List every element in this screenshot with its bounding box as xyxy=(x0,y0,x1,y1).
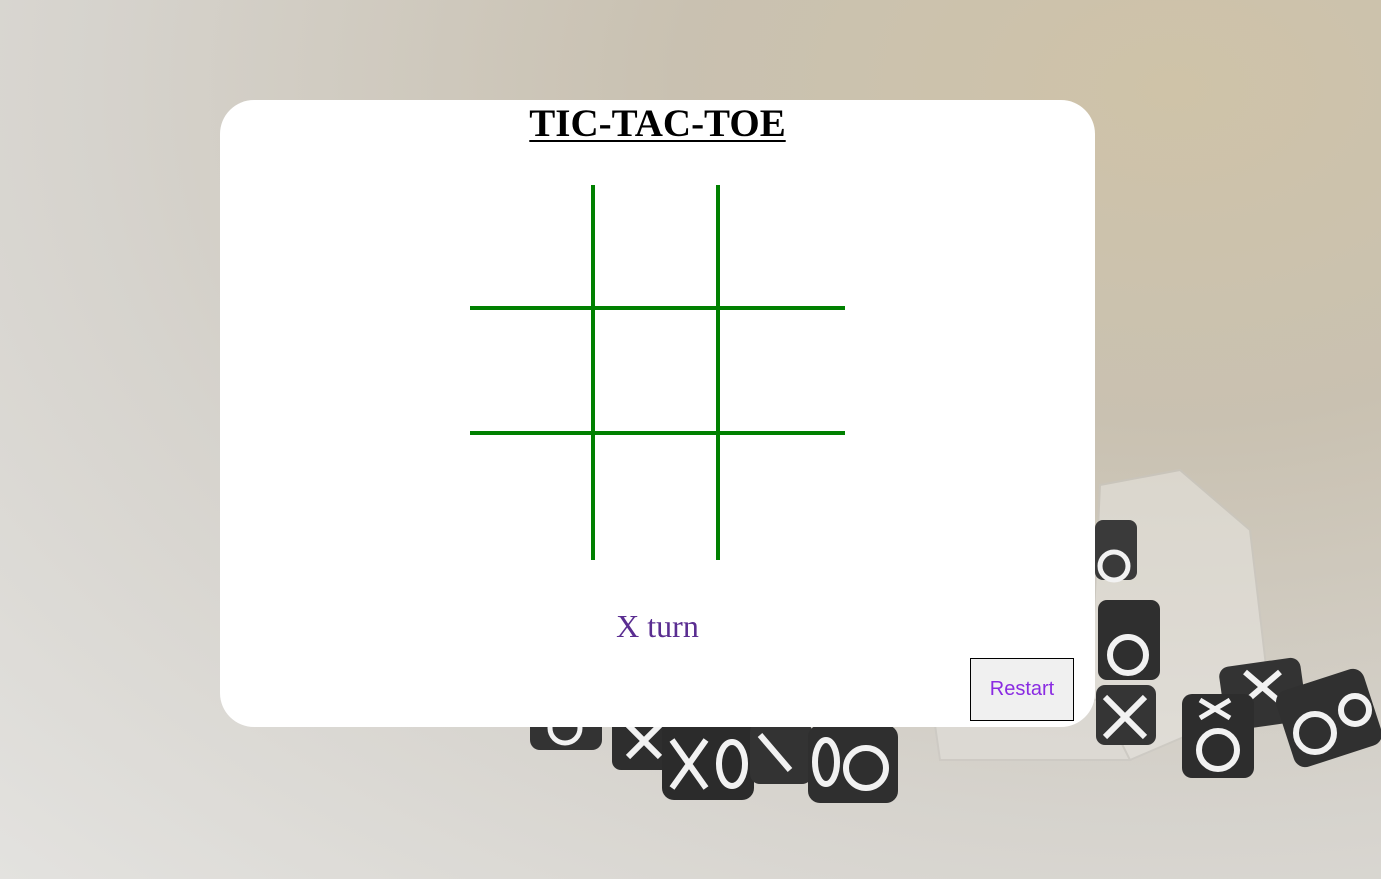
restart-button[interactable]: Restart xyxy=(970,658,1074,721)
page-title: TIC-TAC-TOE xyxy=(529,102,786,145)
board-cell-1[interactable] xyxy=(470,185,595,310)
board-cell-7[interactable] xyxy=(470,435,595,560)
board-cell-4[interactable] xyxy=(470,310,595,435)
board-cell-2[interactable] xyxy=(595,185,720,310)
board-cell-3[interactable] xyxy=(720,185,845,310)
board-cell-9[interactable] xyxy=(720,435,845,560)
game-board xyxy=(470,185,845,560)
board-cell-8[interactable] xyxy=(595,435,720,560)
board-cell-6[interactable] xyxy=(720,310,845,435)
turn-status: X turn xyxy=(616,608,699,644)
board-cell-5[interactable] xyxy=(595,310,720,435)
game-card: TIC-TAC-TOE X turn Restart xyxy=(220,100,1095,727)
